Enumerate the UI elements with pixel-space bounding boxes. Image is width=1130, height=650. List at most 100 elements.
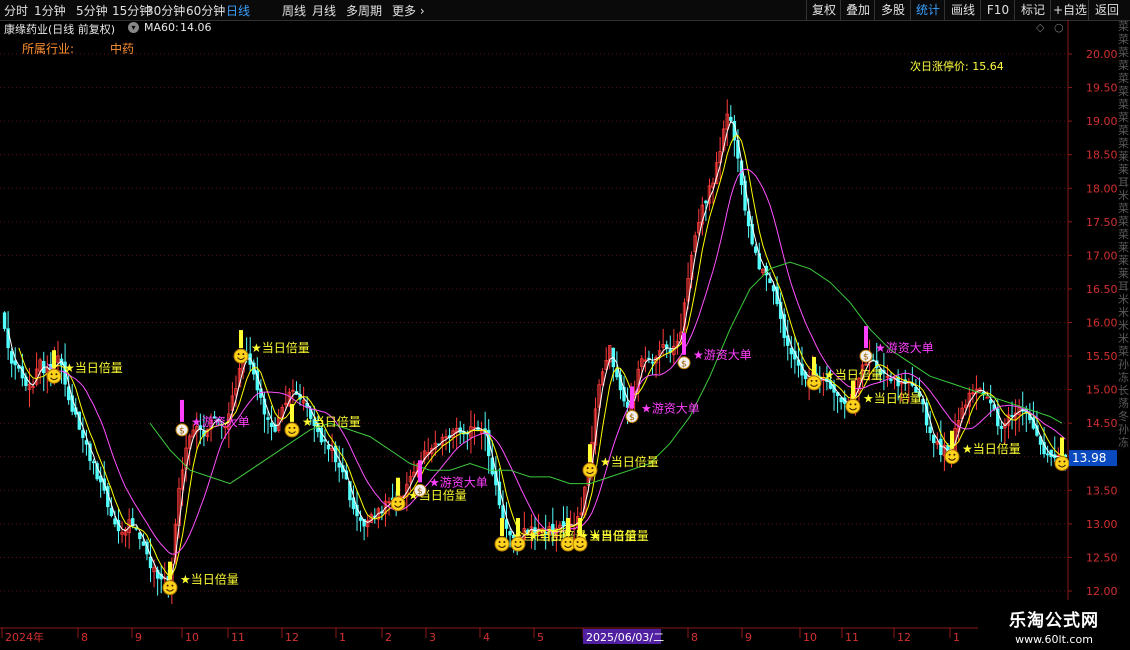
smiley-eye bbox=[1063, 460, 1066, 463]
candle-down bbox=[1045, 453, 1050, 456]
money-bag-symbol: $ bbox=[629, 413, 635, 423]
volume-signal-bar bbox=[851, 380, 855, 399]
x-tick-label: 1 bbox=[953, 631, 960, 644]
smiley-icon bbox=[233, 348, 249, 364]
x-tick-label: 8 bbox=[691, 631, 698, 644]
x-tick-label: 3 bbox=[429, 631, 436, 644]
candle-down bbox=[358, 517, 363, 521]
candle-down bbox=[729, 116, 733, 121]
ma10-line bbox=[18, 134, 1066, 577]
x-tick-label: 2 bbox=[385, 631, 392, 644]
smiley-icon bbox=[510, 536, 526, 552]
smiley-icon bbox=[390, 496, 406, 512]
candle-down bbox=[109, 507, 114, 516]
x-tick-label: 9 bbox=[135, 631, 142, 644]
y-tick-label: 13.50 bbox=[1086, 484, 1118, 497]
candle-down bbox=[754, 246, 758, 253]
money-bag-symbol: $ bbox=[179, 426, 185, 436]
volume-signal-bar bbox=[290, 403, 294, 422]
smiley-eye bbox=[586, 467, 589, 470]
smiley-icon bbox=[494, 536, 510, 552]
candle-down bbox=[81, 429, 85, 438]
candle-down bbox=[326, 444, 331, 450]
y-tick-label: 17.00 bbox=[1086, 249, 1118, 262]
volume-signal-bar bbox=[950, 430, 954, 449]
x-tick-label: 12 bbox=[285, 631, 299, 644]
volume-signal-bar bbox=[812, 356, 816, 375]
smiley-eye bbox=[815, 379, 818, 382]
volume-signal-bar bbox=[168, 561, 172, 580]
candle-down bbox=[999, 425, 1004, 429]
y-tick-label: 19.00 bbox=[1086, 115, 1118, 128]
y-tick-label: 16.00 bbox=[1086, 317, 1118, 330]
smiley-eye bbox=[810, 379, 813, 382]
watermark-url: www.60lt.com bbox=[1015, 633, 1093, 646]
smiley-eye bbox=[576, 541, 579, 544]
y-tick-label: 15.00 bbox=[1086, 384, 1118, 397]
smiley-eye bbox=[242, 353, 245, 356]
volume-signal-bar bbox=[52, 350, 56, 369]
y-tick-label: 15.50 bbox=[1086, 350, 1118, 363]
x-tick-label: 8 bbox=[81, 631, 88, 644]
signal-label-volume: ★当日倍量 bbox=[600, 454, 659, 469]
y-tick-label: 18.00 bbox=[1086, 182, 1118, 195]
industry-label: 所属行业: bbox=[22, 42, 75, 56]
candle-down bbox=[13, 360, 17, 366]
volume-signal-bar bbox=[578, 518, 582, 537]
candle-down bbox=[2, 312, 7, 329]
candle-down bbox=[650, 361, 655, 364]
candle-down bbox=[768, 278, 772, 284]
candle-down bbox=[932, 434, 936, 444]
smiley-eye bbox=[394, 500, 397, 503]
candle-down bbox=[839, 397, 843, 403]
kline-chart: 20.00 19.50 19.00 18.50 18.00 17.50 17.00 16.50… bbox=[0, 20, 1130, 644]
smiley-eye bbox=[1058, 460, 1061, 463]
smiley-icon bbox=[572, 536, 588, 552]
smiley-icon bbox=[944, 449, 960, 465]
smiley-eye bbox=[503, 541, 506, 544]
smiley-eye bbox=[591, 467, 594, 470]
candle-down bbox=[113, 518, 117, 525]
smiley-eye bbox=[50, 373, 53, 376]
x-tick-label: 11 bbox=[845, 631, 859, 644]
smiley-icon bbox=[582, 462, 598, 478]
watermark-name: 乐淘公式网 bbox=[1009, 611, 1099, 631]
y-tick-label: 20.00 bbox=[1086, 48, 1118, 61]
next-limit-price-label: 次日涨停价: bbox=[910, 60, 969, 73]
volume-signal-bar bbox=[516, 518, 520, 537]
candle-down bbox=[889, 378, 893, 382]
signal-label-volume: ★当日倍量 bbox=[962, 441, 1021, 456]
money-bag-symbol: $ bbox=[417, 487, 423, 497]
candle-down bbox=[704, 200, 708, 204]
industry-value: 中药 bbox=[110, 42, 135, 56]
y-tick-label: 12.50 bbox=[1086, 551, 1118, 564]
smiley-eye bbox=[55, 373, 58, 376]
candle-down bbox=[508, 530, 512, 536]
x-tick-label: 12 bbox=[897, 631, 911, 644]
signal-label-volume: ★当日倍量 bbox=[590, 528, 649, 543]
smiley-eye bbox=[399, 500, 402, 503]
volume-signal-bar bbox=[239, 330, 243, 349]
y-tick-label: 14.50 bbox=[1086, 417, 1118, 430]
fund-signal-bar bbox=[180, 399, 184, 422]
signal-label-fund: ★游资大单 bbox=[641, 401, 700, 415]
smiley-eye bbox=[166, 584, 169, 587]
smiley-icon bbox=[46, 368, 62, 384]
signal-label-volume: ★当日倍量 bbox=[824, 367, 883, 382]
smiley-eye bbox=[849, 403, 852, 406]
smiley-eye bbox=[854, 403, 857, 406]
signal-label-fund: ★游资大单 bbox=[875, 341, 934, 355]
smiley-icon bbox=[162, 580, 178, 596]
next-limit-price: 次日涨停价: 15.64 bbox=[910, 58, 1004, 74]
fund-signal-bar bbox=[682, 332, 686, 355]
signal-label-volume: ★当日倍量 bbox=[64, 360, 123, 375]
x-tick-label: 11 bbox=[231, 631, 245, 644]
y-tick-label: 19.50 bbox=[1086, 82, 1118, 95]
money-bag-symbol: $ bbox=[681, 359, 687, 369]
signal-label-volume: ★当日倍量 bbox=[302, 414, 361, 429]
smiley-eye bbox=[498, 541, 501, 544]
x-tick-label: 10 bbox=[803, 631, 817, 644]
smiley-icon bbox=[1054, 455, 1070, 471]
volume-signal-bar bbox=[500, 518, 504, 537]
y-tick-label: 18.50 bbox=[1086, 149, 1118, 162]
